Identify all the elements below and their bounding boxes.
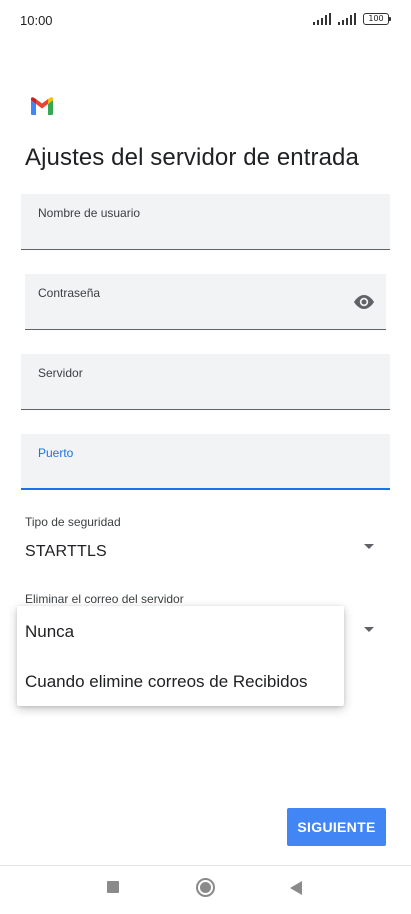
delete-email-dropdown-menu: Nunca Cuando elimine correos de Recibido… (17, 606, 344, 706)
home-icon[interactable] (196, 878, 215, 897)
security-type-label: Tipo de seguridad (25, 515, 121, 529)
port-label: Puerto (38, 446, 74, 460)
status-icons: 100 (313, 13, 391, 25)
signal-icon (313, 13, 331, 25)
security-type-dropdown-icon[interactable] (364, 544, 374, 549)
menu-item-cuando-elimine[interactable]: Cuando elimine correos de Recibidos (25, 672, 308, 692)
visibility-toggle-icon[interactable] (352, 292, 376, 312)
status-time: 10:00 (20, 13, 53, 28)
port-field[interactable]: Puerto (21, 434, 390, 490)
security-type-value[interactable]: STARTTLS (25, 543, 107, 561)
server-label: Servidor (38, 366, 83, 380)
gmail-logo-icon (31, 97, 53, 115)
server-field[interactable]: Servidor (21, 354, 390, 410)
password-field[interactable]: Contraseña (25, 274, 386, 330)
signal-icon-2 (338, 13, 356, 25)
delete-email-label: Eliminar el correo del servidor (25, 592, 184, 606)
next-button[interactable]: SIGUIENTE (287, 808, 386, 846)
delete-email-dropdown-icon[interactable] (364, 627, 374, 632)
page-title: Ajustes del servidor de entrada (25, 144, 359, 171)
username-field[interactable]: Nombre de usuario (21, 194, 390, 250)
menu-item-nunca[interactable]: Nunca (25, 622, 74, 642)
status-bar: 10:00 100 (0, 0, 411, 42)
recent-apps-icon[interactable] (107, 881, 119, 893)
nav-divider (0, 865, 411, 866)
battery-icon: 100 (363, 13, 391, 25)
password-label: Contraseña (38, 286, 101, 300)
back-icon[interactable] (290, 881, 302, 895)
username-label: Nombre de usuario (38, 206, 141, 220)
